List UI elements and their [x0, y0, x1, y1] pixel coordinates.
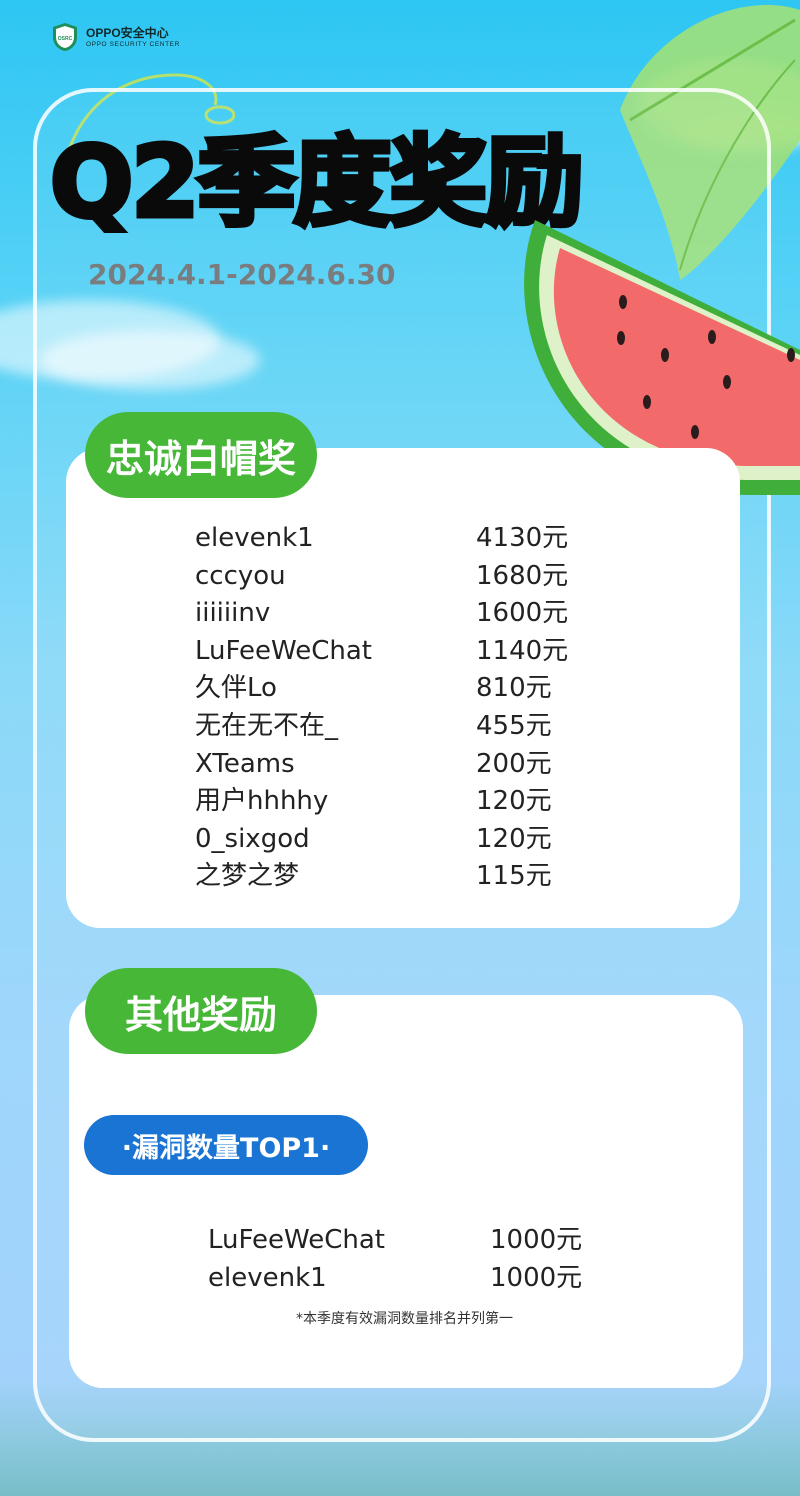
reward-amount: 1600元	[476, 598, 569, 629]
winner-name: 用户hhhhy	[195, 786, 329, 817]
winner-name: 之梦之梦	[195, 861, 300, 892]
reward-amount: 455元	[476, 711, 552, 741]
winner-name: XTeams	[195, 748, 295, 779]
winner-name: 无在无不在_	[195, 711, 339, 741]
other-awards-label: 其他奖励	[85, 968, 317, 1054]
brand-name: OPPO安全中心	[86, 25, 169, 40]
winner-name: LuFeeWeChat	[208, 1225, 385, 1255]
page-title: Q2季度奖励	[48, 126, 586, 241]
winner-name: cccyou	[195, 560, 286, 591]
loyal-award-card	[66, 448, 740, 928]
winner-name: LuFeeWeChat	[195, 635, 372, 666]
shield-icon: OSRC	[53, 23, 77, 51]
winner-name: 久伴Lo	[195, 673, 277, 704]
award-note: *本季度有效漏洞数量排名并列第一	[296, 1311, 513, 1327]
winner-name: elevenk1	[195, 523, 314, 553]
reward-amount: 1680元	[476, 560, 569, 591]
brand-name-english: OPPO SECURITY CENTER	[86, 40, 180, 48]
reward-amount: 1140元	[476, 635, 569, 666]
top1-sublabel: ·漏洞数量TOP1·	[84, 1115, 368, 1175]
reward-amount: 4130元	[476, 523, 569, 553]
date-range: 2024.4.1-2024.6.30	[88, 258, 396, 291]
winner-name: iiiiiinv	[195, 598, 271, 629]
reward-amount: 200元	[476, 748, 552, 779]
reward-amount: 120元	[476, 786, 552, 817]
reward-amount: 810元	[476, 673, 552, 704]
reward-amount: 1000元	[490, 1262, 583, 1293]
loyal-award-label: 忠诚白帽奖	[85, 412, 317, 498]
brand-logo: OSRC OPPO安全中心 OPPO SECURITY CENTER	[52, 22, 180, 52]
reward-amount: 120元	[476, 823, 552, 854]
logo-badge-text: OSRC	[58, 36, 73, 42]
winner-name: elevenk1	[208, 1262, 327, 1293]
winner-name: 0_sixgod	[195, 823, 310, 854]
reward-amount: 1000元	[490, 1225, 583, 1255]
reward-amount: 115元	[476, 861, 552, 892]
